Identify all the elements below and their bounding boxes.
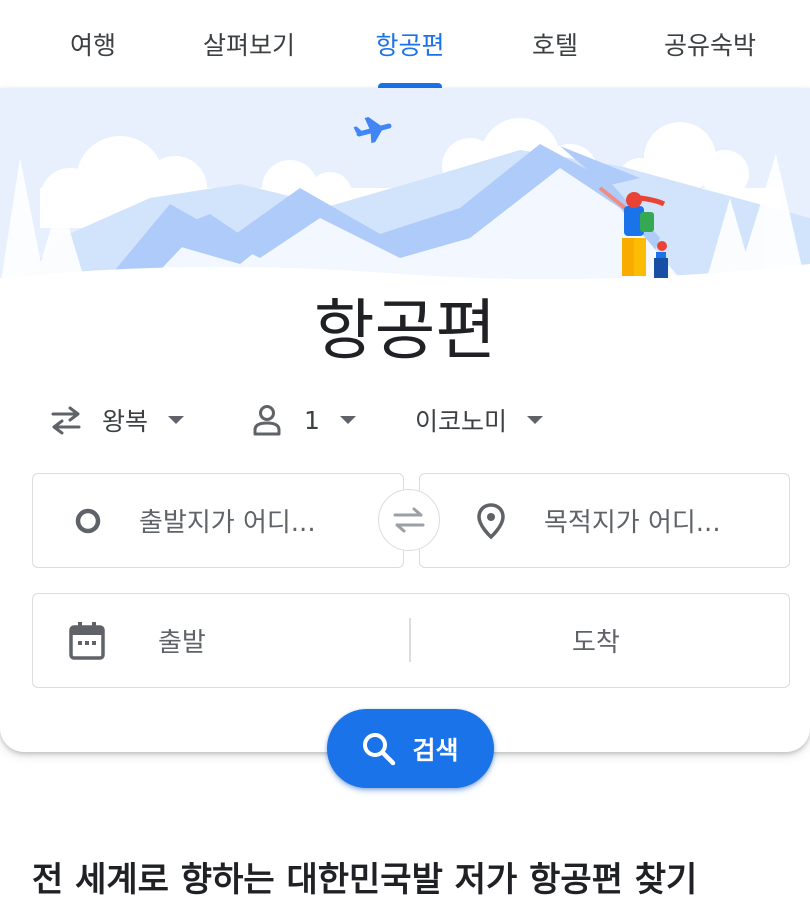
cabin-class-select[interactable]: 이코노미 bbox=[415, 400, 544, 440]
date-range-input[interactable]: 출발 도착 bbox=[32, 593, 790, 688]
tab-hotels[interactable]: 호텔 bbox=[505, 0, 605, 88]
destination-input[interactable]: 목적지가 어디... bbox=[419, 473, 790, 568]
origin-circle-icon bbox=[75, 508, 101, 533]
flight-search-card: 항공편 왕복 1 이코노미 출발지가 어디... 목적지가 어디... 출발 도… bbox=[0, 88, 810, 752]
section-heading: 전 세계로 향하는 대한민국발 저가 항공편 찾기 bbox=[32, 860, 698, 900]
passengers-select[interactable]: 1 bbox=[252, 400, 356, 440]
tab-explore[interactable]: 살펴보기 bbox=[180, 0, 318, 88]
trip-type-select[interactable]: 왕복 bbox=[48, 400, 185, 440]
swap-locations-button[interactable] bbox=[378, 489, 440, 551]
tab-bar: 여행 살펴보기 항공편 호텔 공유숙박 bbox=[0, 0, 810, 88]
chevron-down-icon bbox=[168, 416, 185, 424]
chevron-down-icon bbox=[527, 416, 544, 424]
return-date-field[interactable]: 도착 bbox=[572, 622, 620, 659]
location-pin-icon bbox=[477, 502, 505, 539]
tab-travel[interactable]: 여행 bbox=[40, 0, 146, 88]
chevron-down-icon bbox=[339, 416, 356, 424]
swap-arrows-icon bbox=[51, 406, 81, 435]
search-button[interactable]: 검색 bbox=[327, 709, 494, 788]
person-icon bbox=[253, 405, 281, 436]
tab-flights[interactable]: 항공편 bbox=[356, 0, 464, 88]
search-icon bbox=[363, 732, 396, 765]
origin-input[interactable]: 출발지가 어디... bbox=[32, 473, 404, 568]
departure-date-field[interactable]: 출발 bbox=[158, 622, 206, 659]
page-title: 항공편 bbox=[313, 292, 497, 369]
swap-icon bbox=[393, 507, 425, 533]
tab-vacation-rentals[interactable]: 공유숙박 bbox=[645, 0, 775, 88]
date-divider bbox=[409, 618, 411, 662]
mountain-illustration bbox=[0, 88, 810, 302]
calendar-icon bbox=[69, 621, 105, 660]
